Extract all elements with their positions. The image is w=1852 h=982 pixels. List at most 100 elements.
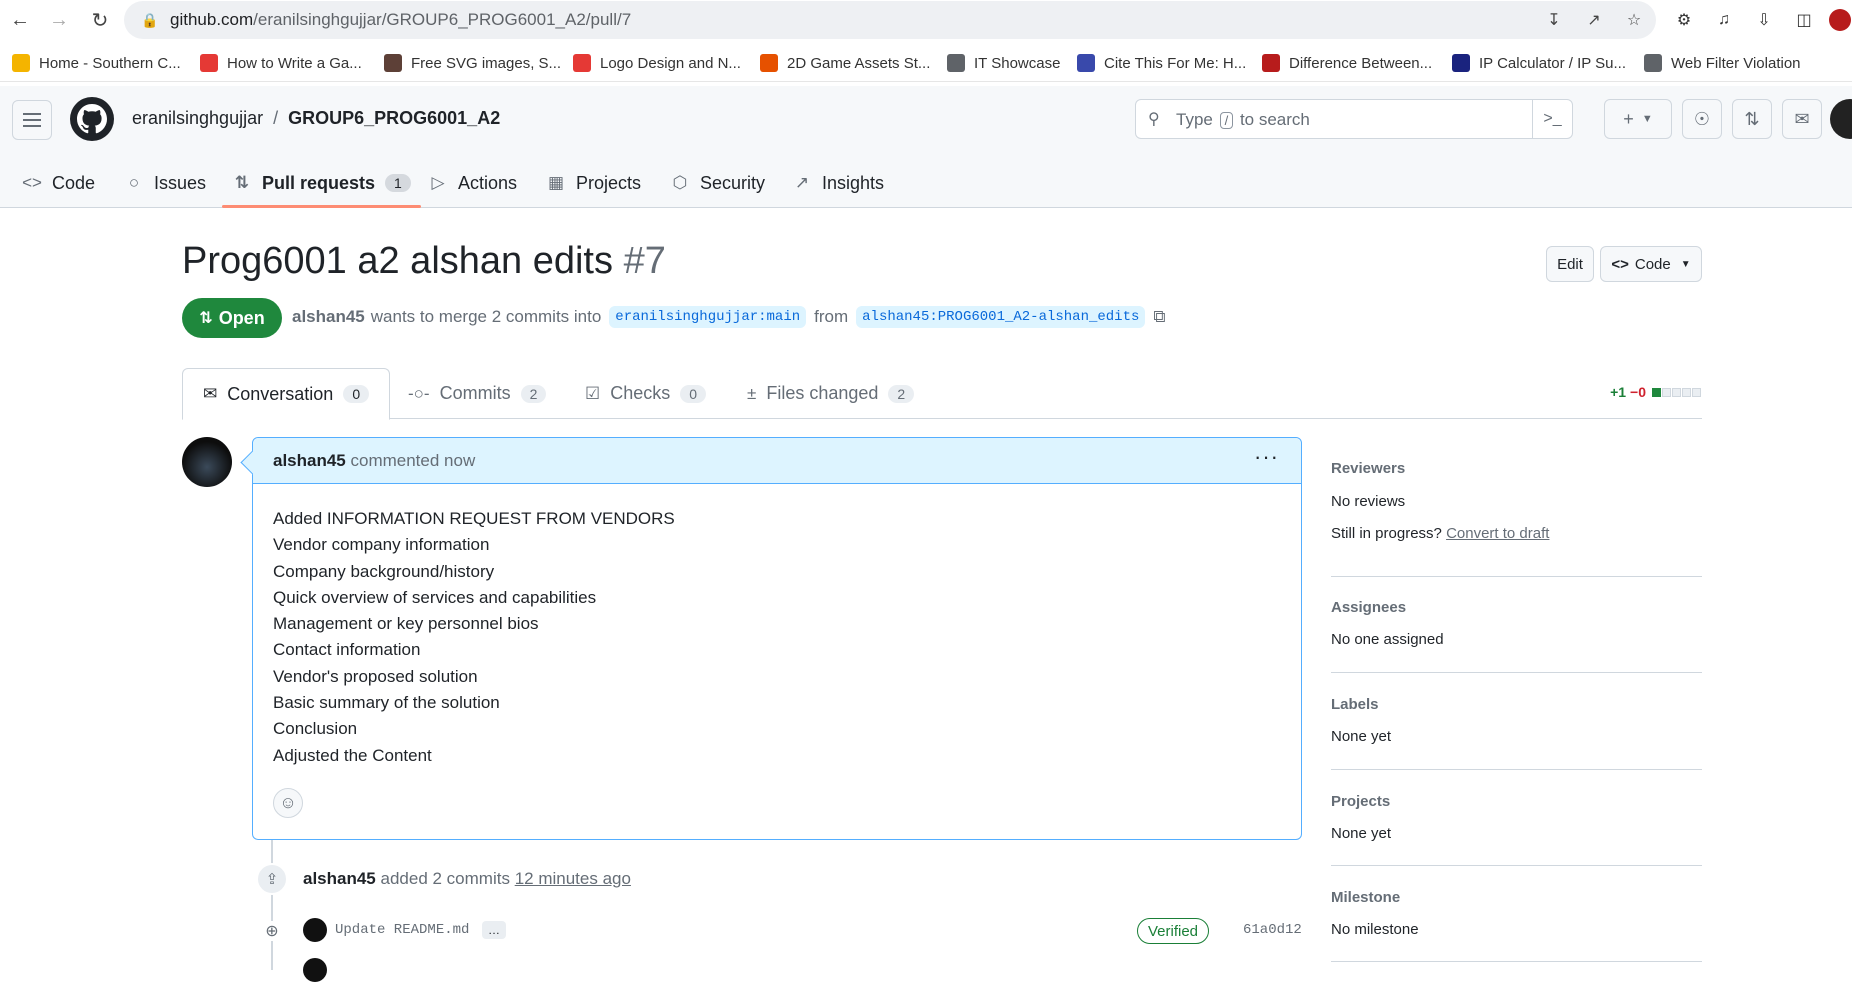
tab-actions[interactable]: ▷ Actions	[428, 158, 517, 208]
tab-checks[interactable]: ☑ Checks 0	[585, 368, 707, 419]
issues-button[interactable]: ☉	[1682, 99, 1722, 139]
comment-timestamp[interactable]: commented now	[351, 451, 476, 470]
tab-security[interactable]: ⬡ Security	[670, 158, 765, 208]
diffstat-block	[1672, 387, 1681, 397]
code-icon: <>	[22, 173, 42, 192]
bookmark-star-icon[interactable]: ☆	[1622, 8, 1646, 32]
milestone-title[interactable]: Milestone	[1331, 889, 1400, 906]
comment-meta: alshan45 commented now	[273, 451, 475, 471]
kebab-menu-icon[interactable]: ···	[1254, 444, 1279, 470]
tab-label: Actions	[458, 172, 518, 193]
shield-icon: ⬡	[672, 173, 688, 192]
search-input[interactable]: ⚲ Type / to search >_	[1135, 99, 1573, 139]
assignees-title[interactable]: Assignees	[1331, 599, 1406, 616]
pr-author-link[interactable]: alshan45	[292, 307, 365, 327]
code-button[interactable]: <> Code ▼	[1600, 246, 1702, 282]
pr-tabs: +1 −0 ✉ Conversation 0 -○- Commits 2 ☑ Checks 0 ±…	[182, 368, 1702, 420]
extensions-icon[interactable]: ⚙	[1672, 8, 1696, 32]
lock-icon[interactable]: 🔒	[138, 8, 162, 32]
tab-insights[interactable]: ↗ Insights	[792, 158, 884, 208]
comment-author-avatar[interactable]	[182, 437, 232, 487]
comment-header: alshan45 commented now ···	[253, 438, 1301, 484]
bookmark-item[interactable]: Logo Design and N...	[573, 52, 741, 74]
forward-icon[interactable]: →	[45, 6, 73, 34]
browser-toolbar: ← → ↻ 🔒 github.com/eranilsinghgujjar/GRO…	[0, 0, 1852, 40]
comment-author-link[interactable]: alshan45	[273, 451, 346, 470]
menu-button[interactable]	[12, 100, 52, 140]
page-title: Prog6001 a2 alshan edits #7	[182, 240, 666, 283]
labels-title[interactable]: Labels	[1331, 696, 1379, 713]
projects-section: Projects None yet	[1331, 771, 1702, 866]
commit-message-link[interactable]: Update README.md	[335, 922, 469, 938]
commit-sha-link[interactable]: 61a0d12	[1243, 922, 1302, 938]
commit-author-avatar[interactable]	[303, 918, 327, 942]
tab-commits[interactable]: -○- Commits 2	[408, 368, 547, 419]
tab-projects[interactable]: ▦ Projects	[546, 158, 641, 208]
bookmark-item[interactable]: IT Showcase	[947, 52, 1060, 74]
address-bar[interactable]: 🔒 github.com/eranilsinghgujjar/GROUP6_PR…	[124, 1, 1656, 39]
bookmark-item[interactable]: How to Write a Ga...	[200, 52, 362, 74]
diffstat-block	[1662, 387, 1671, 397]
tab-issues[interactable]: ○ Issues	[124, 158, 206, 208]
git-commit-icon: -○-	[408, 383, 430, 403]
tab-label: Issues	[154, 172, 207, 193]
tab-conversation[interactable]: ✉ Conversation 0	[182, 368, 391, 420]
diffstat-block	[1652, 387, 1661, 397]
share-icon[interactable]: ↗	[1582, 8, 1606, 32]
bookmark-item[interactable]: IP Calculator / IP Su...	[1452, 52, 1626, 74]
timeline-time-link[interactable]: 12 minutes ago	[515, 869, 631, 888]
bookmark-item[interactable]: Difference Between...	[1262, 52, 1432, 74]
tab-pull-requests[interactable]: ⇅ Pull requests 1	[222, 158, 421, 208]
reload-icon[interactable]: ↻	[86, 6, 114, 34]
bookmark-item[interactable]: Free SVG images, S...	[384, 52, 561, 74]
diffstat-block	[1692, 387, 1701, 397]
timeline-action: added 2 commits	[380, 869, 510, 888]
media-icon[interactable]: ♫	[1712, 8, 1736, 32]
reviewers-title[interactable]: Reviewers	[1331, 460, 1405, 477]
inbox-button[interactable]: ✉	[1782, 99, 1822, 139]
merge-text: wants to merge 2 commits into	[370, 307, 602, 326]
repo-name-link[interactable]: GROUP6_PROG6001_A2	[288, 108, 500, 128]
back-icon[interactable]: ←	[6, 6, 34, 34]
install-icon[interactable]: ↧	[1542, 8, 1566, 32]
commit-author-avatar[interactable]	[303, 958, 327, 982]
pull-requests-button[interactable]: ⇅	[1732, 99, 1772, 139]
repo-owner-link[interactable]: eranilsinghgujjar	[132, 108, 263, 128]
base-branch-label[interactable]: eranilsinghgujjar:main	[609, 306, 807, 328]
verified-badge[interactable]: Verified	[1137, 918, 1209, 944]
projects-value: None yet	[1331, 825, 1392, 842]
profile-avatar-icon[interactable]	[1828, 8, 1852, 32]
labels-section: Labels None yet	[1331, 674, 1702, 770]
convert-to-draft-link[interactable]: Convert to draft	[1446, 525, 1549, 542]
shield-bookmark-icon	[12, 54, 30, 72]
user-avatar[interactable]	[1830, 99, 1852, 139]
url-text[interactable]: github.com/eranilsinghgujjar/GROUP6_PROG…	[170, 10, 631, 30]
tab-code[interactable]: <> Code	[22, 158, 95, 208]
bookmark-item[interactable]: Web Filter Violation	[1644, 52, 1801, 74]
comment-card: alshan45 commented now ··· Added INFORMA…	[252, 437, 1302, 840]
tab-files-changed[interactable]: ± Files changed 2	[747, 368, 915, 419]
command-palette-icon[interactable]: >_	[1532, 99, 1572, 139]
side-panel-icon[interactable]: ◫	[1792, 8, 1816, 32]
tab-counter: 2	[520, 384, 547, 403]
bookmark-item[interactable]: Cite This For Me: H...	[1077, 52, 1246, 74]
add-reaction-button[interactable]: ☺	[273, 788, 303, 818]
copy-icon[interactable]: ⧉	[1153, 307, 1165, 327]
commit-expand-button[interactable]: …	[482, 921, 506, 939]
bookmark-item[interactable]: Home - Southern C...	[12, 52, 181, 74]
comment-line: Contact information	[273, 640, 421, 660]
draft-prompt: Still in progress? Convert to draft	[1331, 525, 1549, 542]
head-branch-label[interactable]: alshan45:PROG6001_A2-alshan_edits	[856, 306, 1146, 328]
create-new-button[interactable]: + ▼	[1604, 99, 1672, 139]
bookmark-item[interactable]: 2D Game Assets St...	[760, 52, 930, 74]
edit-button[interactable]: Edit	[1546, 246, 1594, 282]
bookmark-label: Free SVG images, S...	[411, 54, 562, 72]
git-commit-icon: ⊕	[262, 921, 282, 941]
github-logo-icon[interactable]	[70, 97, 114, 141]
projects-title[interactable]: Projects	[1331, 793, 1390, 810]
git-pull-request-icon: ⇅	[1744, 108, 1760, 129]
game-bookmark-icon	[760, 54, 778, 72]
tab-counter: 2	[888, 384, 915, 403]
timeline-author-link[interactable]: alshan45	[303, 869, 376, 888]
download-icon[interactable]: ⇩	[1752, 8, 1776, 32]
